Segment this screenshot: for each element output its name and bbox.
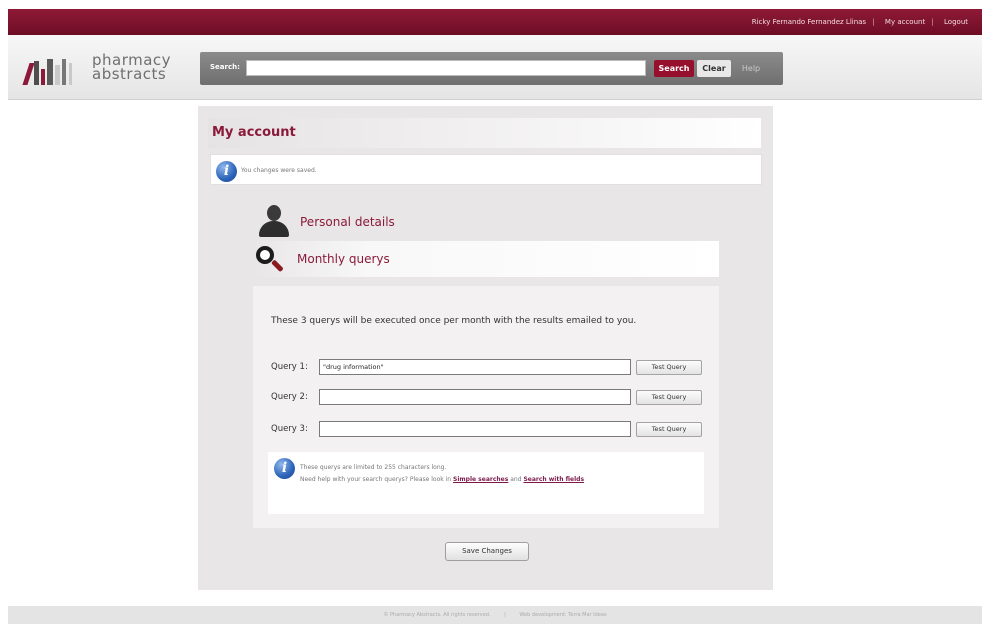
logo-bars-icon: [20, 55, 88, 85]
query-1-label: Query 1:: [271, 362, 308, 372]
search-label: Search:: [210, 63, 240, 71]
person-icon: [256, 204, 290, 238]
footer: © Pharmacy Abstracts. All rights reserve…: [8, 606, 982, 624]
my-account-link[interactable]: My account: [885, 18, 925, 26]
search-bar: Search: Search Clear Help: [200, 52, 783, 85]
header: pharmacy abstracts Search: Search Clear …: [8, 35, 982, 100]
save-changes-button[interactable]: Save Changes: [445, 542, 529, 561]
query-3-label: Query 3:: [271, 424, 308, 434]
query-2-label: Query 2:: [271, 392, 308, 402]
query-3-input[interactable]: [319, 421, 631, 437]
help-link[interactable]: Help: [735, 60, 767, 77]
querys-intro-text: These 3 querys will be executed once per…: [271, 316, 637, 326]
tip-text: These querys are limited to 255 characte…: [300, 462, 698, 486]
query-row-1: Query 1: Test Query: [271, 359, 711, 377]
separator: |: [872, 18, 875, 26]
magnifier-icon: [256, 246, 286, 276]
logo-line2: abstracts: [92, 65, 167, 83]
tip-line-1: These querys are limited to 255 characte…: [300, 464, 447, 471]
top-whitespace: [0, 0, 982, 9]
search-button[interactable]: Search: [654, 60, 694, 77]
query-1-input[interactable]: [319, 359, 631, 375]
section-monthly-querys[interactable]: Monthly querys: [253, 241, 719, 277]
separator: |: [931, 18, 934, 26]
top-bar: Ricky Fernando Fernandez Llinas | My acc…: [8, 9, 982, 35]
account-panel: My account i You changes were saved. Per…: [198, 106, 773, 590]
saved-notice: i You changes were saved.: [210, 154, 762, 185]
page-title-bar: My account: [208, 118, 761, 148]
monthly-querys-label[interactable]: Monthly querys: [297, 252, 390, 266]
info-icon: i: [274, 458, 295, 479]
logo-wordmark: pharmacy abstracts: [92, 53, 171, 83]
query-row-2: Query 2: Test Query: [271, 389, 711, 407]
query-2-input[interactable]: [319, 389, 631, 405]
test-query-2-button[interactable]: Test Query: [636, 390, 702, 405]
notice-message: You changes were saved.: [241, 167, 317, 174]
tip-line-2-prefix: Need help with your search querys? Pleas…: [300, 476, 452, 483]
logout-link[interactable]: Logout: [944, 18, 968, 26]
tip-and: and: [510, 476, 522, 483]
personal-details-label[interactable]: Personal details: [300, 215, 395, 229]
querys-help-tip: i These querys are limited to 255 charac…: [268, 452, 704, 514]
test-query-3-button[interactable]: Test Query: [636, 422, 702, 437]
search-with-fields-link[interactable]: Search with fields: [523, 476, 584, 483]
tip-line-2: Need help with your search querys? Pleas…: [300, 474, 698, 486]
footer-separator: |: [504, 612, 506, 618]
footer-credit[interactable]: Web development: Terra Mar Ideas: [519, 612, 606, 618]
query-row-3: Query 3: Test Query: [271, 421, 711, 439]
page-title: My account: [212, 125, 296, 140]
simple-searches-link[interactable]: Simple searches: [453, 476, 508, 483]
pharmacy-abstracts-logo[interactable]: pharmacy abstracts: [20, 53, 202, 89]
clear-button[interactable]: Clear: [697, 60, 731, 77]
info-icon: i: [216, 161, 237, 182]
account-links: Ricky Fernando Fernandez Llinas | My acc…: [748, 18, 968, 26]
user-name: Ricky Fernando Fernandez Llinas: [751, 18, 867, 26]
test-query-1-button[interactable]: Test Query: [636, 360, 702, 375]
section-personal-details[interactable]: Personal details: [256, 204, 716, 240]
search-input[interactable]: [246, 60, 646, 76]
footer-copyright: © Pharmacy Abstracts. All rights reserve…: [383, 612, 491, 618]
